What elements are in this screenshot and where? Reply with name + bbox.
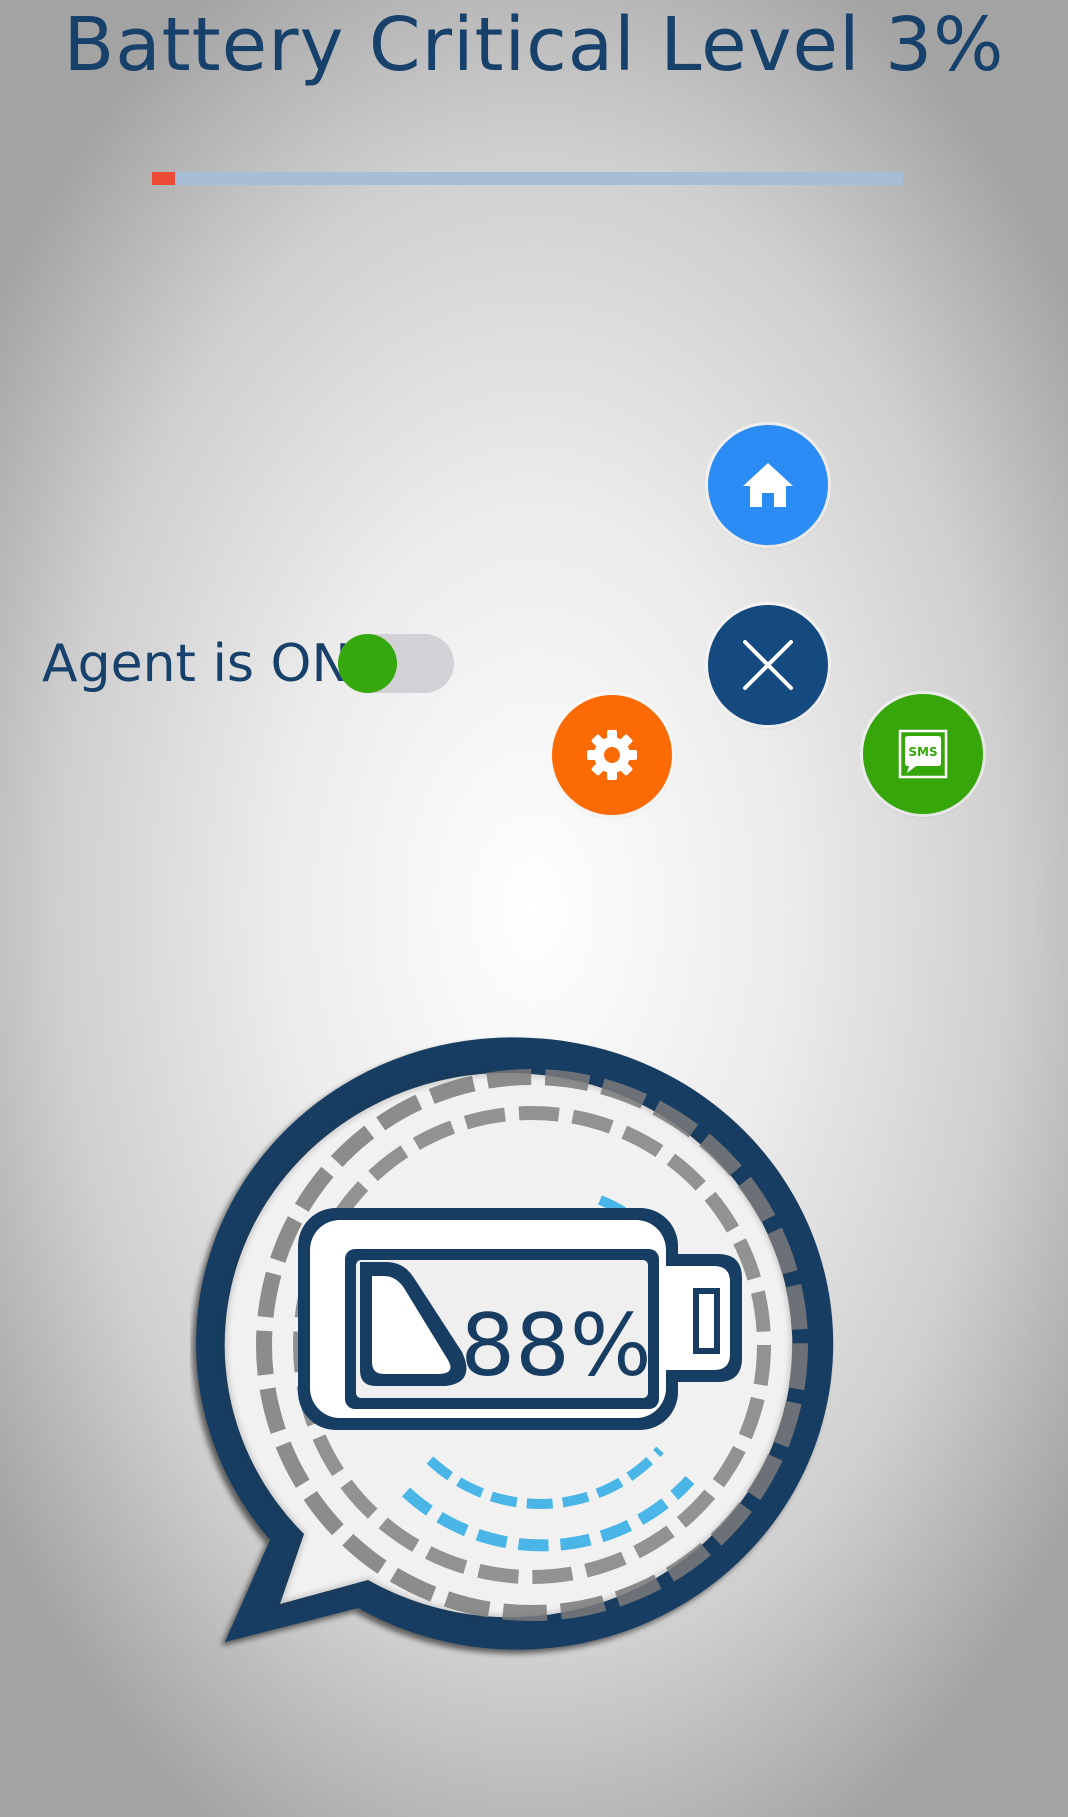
close-button[interactable]	[708, 605, 828, 725]
battery-level-fill	[152, 172, 175, 185]
close-icon	[743, 640, 793, 690]
agent-toggle[interactable]	[338, 634, 454, 693]
toggle-knob	[338, 634, 397, 693]
page-title: Battery Critical Level 3%	[63, 2, 1005, 88]
battery-icon: 88%	[298, 1208, 742, 1430]
sms-button[interactable]: SMS	[863, 694, 983, 814]
agent-status-label: Agent is ON	[42, 634, 351, 694]
home-button[interactable]	[708, 425, 828, 545]
settings-button[interactable]	[552, 695, 672, 815]
battery-level-bar	[152, 172, 903, 185]
sms-icon: SMS	[898, 729, 948, 779]
gear-icon	[587, 730, 637, 780]
home-icon	[743, 463, 793, 507]
sms-icon-label: SMS	[908, 745, 937, 759]
logo-battery-percent: 88%	[460, 1296, 651, 1396]
app-logo: 88%	[190, 1030, 870, 1670]
